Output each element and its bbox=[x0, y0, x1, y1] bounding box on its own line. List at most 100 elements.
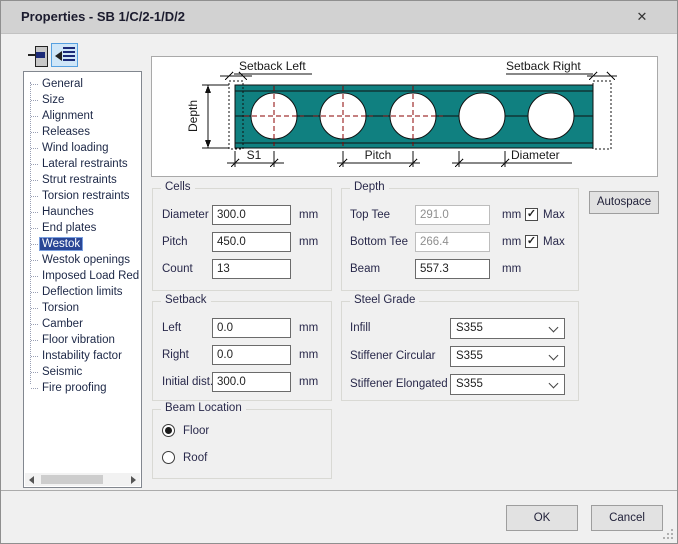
steel-grade-group-title: Steel Grade bbox=[350, 294, 419, 306]
setback-right-band bbox=[593, 81, 611, 149]
sidebar-item-seismic[interactable]: Seismic bbox=[24, 364, 141, 380]
pitch-input[interactable] bbox=[212, 232, 291, 252]
sidebar-item-end-plates[interactable]: End plates bbox=[24, 220, 141, 236]
setback-right-unit: mm bbox=[299, 345, 318, 365]
diameter-label: Diameter bbox=[162, 205, 209, 225]
list-lines-icon bbox=[63, 47, 75, 64]
setback-right-ticks bbox=[587, 72, 617, 80]
pitch-unit: mm bbox=[299, 232, 318, 252]
sidebar-item-floor-vibration[interactable]: Floor vibration bbox=[24, 332, 141, 348]
diameter-input[interactable] bbox=[212, 205, 291, 225]
single-element-view-icon[interactable] bbox=[28, 46, 49, 65]
roof-radio-label: Roof bbox=[183, 450, 207, 466]
roof-radio[interactable] bbox=[162, 451, 175, 464]
diameter-label: Diameter bbox=[511, 148, 560, 162]
sidebar-item-westok[interactable]: Westok bbox=[24, 236, 141, 252]
initial-dist-input[interactable] bbox=[212, 372, 291, 392]
sidebar-item-fire-proofing[interactable]: Fire proofing bbox=[24, 380, 141, 396]
scrollbar-thumb[interactable] bbox=[41, 475, 103, 484]
beam-depth-unit: mm bbox=[502, 259, 521, 279]
chevron-down-icon bbox=[549, 323, 559, 333]
setback-left-unit: mm bbox=[299, 318, 318, 338]
beam-location-group-title: Beam Location bbox=[161, 402, 246, 414]
stiffener-circular-select[interactable]: S355 bbox=[450, 346, 565, 367]
initial-dist-label: Initial dist. bbox=[162, 372, 213, 392]
cells-group: Cells Diameter mm Pitch mm Count bbox=[152, 188, 332, 291]
tree-horizontal-scrollbar[interactable] bbox=[25, 473, 140, 486]
infill-select[interactable]: S355 bbox=[450, 318, 565, 339]
sidebar-item-alignment[interactable]: Alignment bbox=[24, 108, 141, 124]
floor-radio[interactable] bbox=[162, 424, 175, 437]
setback-right-input[interactable] bbox=[212, 345, 291, 365]
sidebar-item-torsion-restraints[interactable]: Torsion restraints bbox=[24, 188, 141, 204]
sidebar-item-wind-loading[interactable]: Wind loading bbox=[24, 140, 141, 156]
sidebar-item-releases[interactable]: Releases bbox=[24, 124, 141, 140]
bottom-tee-max-checkbox[interactable]: ✓ bbox=[525, 235, 538, 248]
scroll-right-icon[interactable] bbox=[131, 476, 136, 484]
dialog-title: Properties - SB 1/C/2-1/D/2 bbox=[21, 1, 185, 33]
setback-left-field-label: Left bbox=[162, 318, 181, 338]
bottom-tee-input bbox=[415, 232, 490, 252]
sidebar-item-deflection-limits[interactable]: Deflection limits bbox=[24, 284, 141, 300]
count-label: Count bbox=[162, 259, 193, 279]
bottom-tee-max-label: Max bbox=[543, 232, 565, 252]
sidebar-item-torsion[interactable]: Torsion bbox=[24, 300, 141, 316]
sidebar-item-size[interactable]: Size bbox=[24, 92, 141, 108]
left-arrow-icon bbox=[55, 51, 62, 61]
ok-button[interactable]: OK bbox=[506, 505, 578, 531]
westok-beam-diagram: Depth Setback Left Setback Right bbox=[151, 56, 658, 177]
top-tee-input bbox=[415, 205, 490, 225]
stiffener-elongated-select[interactable]: S355 bbox=[450, 374, 565, 395]
all-properties-view-icon[interactable] bbox=[51, 43, 78, 67]
roof-radio-option[interactable]: Roof bbox=[162, 450, 322, 466]
stiffener-circular-label: Stiffener Circular bbox=[350, 346, 435, 366]
pitch-label: Pitch bbox=[162, 232, 188, 252]
beam-depth-input[interactable] bbox=[415, 259, 490, 279]
depth-group-title: Depth bbox=[350, 181, 389, 193]
sidebar-item-lateral-restraints[interactable]: Lateral restraints bbox=[24, 156, 141, 172]
top-tee-max-label: Max bbox=[543, 205, 565, 225]
properties-category-list[interactable]: General Size Alignment Releases Wind loa… bbox=[23, 71, 142, 488]
depth-label: Depth bbox=[186, 100, 200, 132]
s1-label: S1 bbox=[247, 148, 262, 162]
diameter-unit: mm bbox=[299, 205, 318, 225]
depth-group: Depth Top Tee mm ✓ Max Bottom Tee mm ✓ M… bbox=[341, 188, 579, 291]
beam-depth-label: Beam bbox=[350, 259, 380, 279]
initial-dist-unit: mm bbox=[299, 372, 318, 392]
sidebar-item-strut-restraints[interactable]: Strut restraints bbox=[24, 172, 141, 188]
setback-group: Setback Left mm Right mm Initial dist. m… bbox=[152, 301, 332, 401]
chevron-down-icon bbox=[549, 351, 559, 361]
resize-grip[interactable] bbox=[663, 529, 673, 539]
beam-diagram-svg: Depth Setback Left Setback Right bbox=[152, 57, 657, 176]
setback-left-ticks bbox=[220, 72, 252, 80]
title-bar[interactable]: Properties - SB 1/C/2-1/D/2 ✕ bbox=[1, 1, 677, 34]
sidebar-item-haunches[interactable]: Haunches bbox=[24, 204, 141, 220]
sidebar-item-imposed-load-red[interactable]: Imposed Load Red bbox=[24, 268, 141, 284]
sidebar-item-westok-openings[interactable]: Westok openings bbox=[24, 252, 141, 268]
stiffener-elongated-label: Stiffener Elongated bbox=[350, 374, 448, 394]
icon-stem bbox=[28, 54, 35, 56]
chevron-down-icon bbox=[549, 379, 559, 389]
setback-left-input[interactable] bbox=[212, 318, 291, 338]
bottom-tee-label: Bottom Tee bbox=[350, 232, 408, 252]
icon-band bbox=[36, 52, 45, 58]
depth-dimension bbox=[202, 85, 229, 148]
floor-radio-option[interactable]: Floor bbox=[162, 423, 322, 439]
sidebar-item-instability-factor[interactable]: Instability factor bbox=[24, 348, 141, 364]
steel-grade-group: Steel Grade Infill S355 Stiffener Circul… bbox=[341, 301, 579, 401]
cells-group-title: Cells bbox=[161, 181, 195, 193]
pitch-label: Pitch bbox=[365, 148, 392, 162]
sidebar-item-camber[interactable]: Camber bbox=[24, 316, 141, 332]
footer-separator bbox=[1, 490, 677, 491]
autospace-button[interactable]: Autospace bbox=[589, 191, 659, 214]
close-icon[interactable]: ✕ bbox=[627, 1, 657, 33]
properties-dialog: Properties - SB 1/C/2-1/D/2 ✕ General Si… bbox=[0, 0, 678, 544]
count-input[interactable] bbox=[212, 259, 291, 279]
cancel-button[interactable]: Cancel bbox=[591, 505, 663, 531]
setback-right-label: Setback Right bbox=[506, 59, 581, 73]
beam-location-group: Beam Location Floor Roof bbox=[152, 409, 332, 479]
top-tee-max-checkbox[interactable]: ✓ bbox=[525, 208, 538, 221]
setback-group-title: Setback bbox=[161, 294, 211, 306]
sidebar-item-general[interactable]: General bbox=[24, 76, 141, 92]
scroll-left-icon[interactable] bbox=[29, 476, 34, 484]
